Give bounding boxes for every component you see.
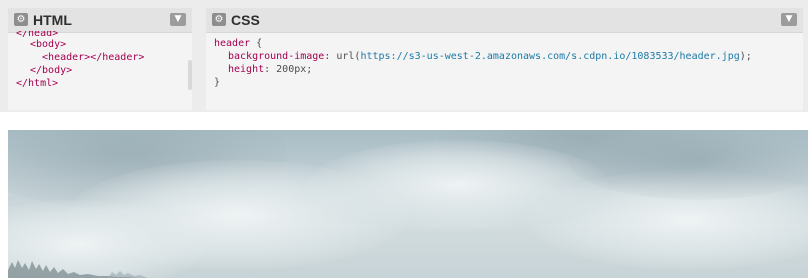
css-url: https://s3-us-west-2.amazonaws.com/s.cdp… (360, 51, 740, 62)
code-line: <header></header> (30, 52, 145, 63)
result-divider (0, 112, 808, 130)
css-pane-title: CSS (231, 12, 260, 28)
css-punctuation: ); (739, 51, 752, 62)
editor-area: ⚙ HTML ▼ </head> <body> <header></header… (0, 0, 808, 112)
html-pane-title: HTML (33, 12, 72, 28)
close-brace: } (214, 77, 221, 88)
css-value: : 200px; (264, 64, 313, 75)
chevron-down-icon[interactable]: ▼ (170, 13, 186, 26)
treeline (8, 260, 148, 278)
code-line: background-image: url(https://s3-us-west… (214, 50, 803, 63)
gear-icon[interactable]: ⚙ (212, 13, 226, 26)
css-pane-header: ⚙ CSS ▼ (206, 8, 803, 33)
code-line: </body> (30, 65, 73, 76)
css-selector: header (214, 38, 251, 49)
open-brace: { (250, 38, 263, 49)
code-line: height: 200px; (214, 63, 803, 76)
code-line: </head> (16, 31, 59, 38)
css-editor-pane: ⚙ CSS ▼ header { background-image: url(h… (206, 8, 803, 110)
css-property: background-image (228, 51, 325, 62)
css-code-editor[interactable]: header { background-image: url(https://s… (206, 33, 803, 110)
result-header-image (8, 130, 808, 278)
html-editor-pane: ⚙ HTML ▼ </head> <body> <header></header… (8, 8, 192, 110)
gear-icon[interactable]: ⚙ (14, 13, 28, 26)
html-pane-header: ⚙ HTML ▼ (8, 8, 192, 33)
css-punctuation: : url( (324, 51, 361, 62)
html-code-editor[interactable]: </head> <body> <header></header> </body>… (8, 31, 192, 110)
code-line: </html> (16, 78, 59, 89)
html-editor-scrollbar[interactable] (188, 60, 192, 90)
chevron-down-icon[interactable]: ▼ (781, 13, 797, 26)
css-property: height (228, 64, 265, 75)
code-line: <body> (30, 39, 67, 50)
code-line: header { (214, 37, 803, 50)
code-line: } (214, 76, 803, 89)
